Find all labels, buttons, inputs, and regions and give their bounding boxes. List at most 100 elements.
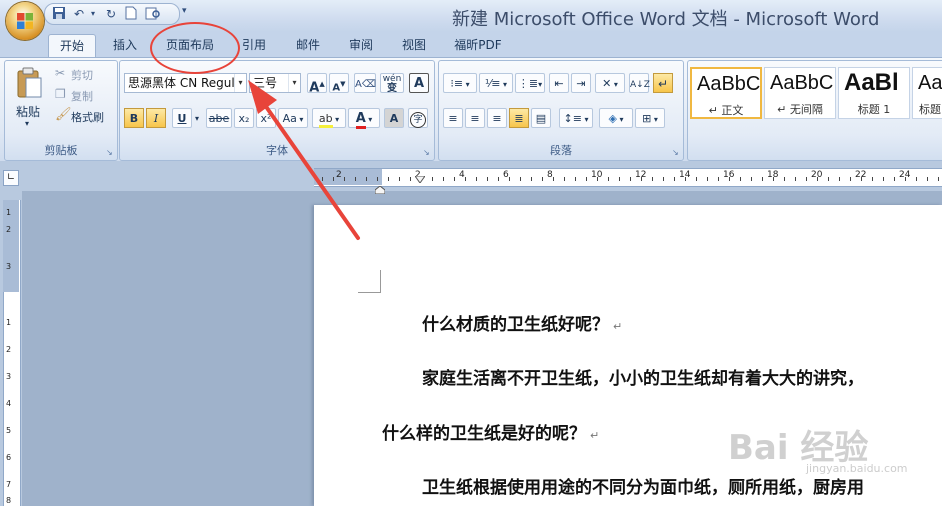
tab-view[interactable]: 视图 [392,34,436,56]
new-document-icon[interactable] [123,6,139,22]
justify-button[interactable]: ≣ [509,108,529,128]
bold-button[interactable]: B [124,108,144,128]
distributed-button[interactable]: ▤ [531,108,551,128]
annotation-arrow [248,80,360,240]
ruler-tick [850,177,851,181]
style-no-spacing[interactable]: AaBbC ↵ 无间隔 [764,67,836,119]
ruler-number: 8 [547,170,553,180]
paint-bucket-icon: ◈ [608,112,617,125]
char-border-button[interactable]: A [409,73,429,93]
multilevel-list-button[interactable]: ⋮≣▾ [515,73,545,93]
tab-selector[interactable]: ∟ [3,170,19,186]
ruler-tick [762,177,763,181]
customize-qat-icon[interactable]: ▾ [182,6,192,18]
decrease-indent-button[interactable]: ⇤ [549,73,569,93]
doc-paragraph[interactable]: 家庭生活离不开卫生纸，小小的卫生纸却有着大大的讲究， [422,364,864,389]
font-launcher-icon[interactable]: ↘ [423,149,431,157]
justify-icon: ≣ [514,112,524,125]
ruler-tick [498,177,499,181]
ruler-tick [806,177,807,181]
numbering-icon: ⅟≡ [484,77,501,90]
vertical-ruler-number: 8 [6,496,12,505]
ruler-tick [795,177,796,181]
shading-button[interactable]: ◈ ▾ [599,108,633,128]
style-normal-name: ↵ 正文 [708,104,744,117]
ruler-tick [872,177,873,181]
phonetic-guide-button[interactable]: wén 变 [380,73,404,94]
strikethrough-button[interactable]: abe [206,108,232,128]
tab-mailings[interactable]: 邮件 [286,34,330,56]
sort-button[interactable]: A↓Z [629,73,650,93]
doc-paragraph[interactable]: 什么样的卫生纸是好的呢？ ↵ [382,419,599,444]
ruler-tick [586,177,587,181]
align-right-button[interactable]: ≡ [487,108,507,128]
char-shading-button[interactable]: A [384,108,404,128]
cut-button[interactable]: ✂ 剪切 [53,65,113,83]
align-left-icon: ≡ [448,112,458,125]
style-normal[interactable]: AaBbC ↵ 正文 [690,67,762,119]
style-title[interactable]: AaB 标题 [912,67,942,119]
align-left-button[interactable]: ≡ [443,108,463,128]
sort-icon: A↓Z [630,80,650,90]
format-painter-icon: 🖌 [55,107,72,122]
clipboard-group-label: 剪贴板 [44,144,78,157]
ruler-tick [476,177,477,181]
ruler-tick [553,177,554,181]
copy-button[interactable]: ❐ 复制 [53,86,113,104]
numbering-button[interactable]: ⅟≡ ▾ [479,73,513,93]
tab-home[interactable]: 开始 [48,34,96,57]
redo-icon[interactable]: ↻ [103,6,119,22]
paragraph-group-label: 段落 [550,144,572,157]
vertical-ruler-number: 5 [6,426,12,435]
annotation-circle [150,22,240,74]
first-line-indent-marker-icon[interactable] [414,168,426,184]
doc-paragraph[interactable]: 什么材质的卫生纸好呢？ ↵ [422,310,622,335]
tab-review[interactable]: 审阅 [339,34,383,56]
ruler-tick [839,177,840,181]
paragraph-mark-icon: ↵ [590,429,600,442]
ruler-tick [432,177,433,181]
print-preview-icon[interactable] [145,6,161,22]
ruler-tick [443,177,444,181]
chinese-layout-button[interactable]: ✕ ▾ [595,73,625,93]
horizontal-ruler[interactable] [314,168,942,187]
margin-corner-mark [358,270,381,293]
clipboard-launcher-icon[interactable]: ↘ [106,149,114,157]
ruler-tick [487,177,488,181]
underline-button[interactable]: U [172,108,192,128]
italic-button[interactable]: I [146,108,166,128]
ruler-tick [674,177,675,181]
tab-insert[interactable]: 插入 [102,34,148,56]
borders-button[interactable]: ⊞ ▾ [635,108,665,128]
ruler-tick [454,177,455,181]
undo-dropdown-icon[interactable]: ▾ [85,6,101,22]
doc-paragraph[interactable]: 卫生纸根据使用用途的不同分为面巾纸，厕所用纸，厨房用 [422,473,864,498]
vertical-ruler-number: 2 [6,345,12,354]
ruler-tick [531,177,532,181]
font-name-combo[interactable]: 思源黑体 CN Regul ▾ [124,73,247,93]
paragraph-launcher-icon[interactable]: ↘ [672,149,680,157]
line-spacing-button[interactable]: ↕≡ ▾ [559,108,593,128]
vertical-ruler-number: 3 [6,372,12,381]
tab-foxit-pdf[interactable]: 福昕PDF [446,34,510,56]
ruler-tick [905,177,906,181]
underline-dropdown-icon[interactable]: ▾ [192,108,202,128]
ruler-tick [597,177,598,181]
align-center-button[interactable]: ≡ [465,108,485,128]
vertical-ruler-number: 6 [6,453,12,462]
save-icon[interactable] [51,6,67,22]
ruler-tick [388,177,389,181]
office-button[interactable] [6,2,44,40]
format-painter-button[interactable]: 🖌 格式刷 [53,107,115,125]
bullets-button[interactable]: ⁝≡ ▾ [443,73,477,93]
paste-icon [17,67,42,98]
enclose-chars-button[interactable]: 字 [408,108,428,128]
copy-label: 复制 [71,90,93,103]
format-painter-label: 格式刷 [71,111,104,124]
increase-indent-button[interactable]: ⇥ [571,73,591,93]
paste-button[interactable]: 粘贴 ▾ [11,65,47,131]
ruler-tick [828,177,829,181]
align-center-icon: ≡ [470,112,480,125]
style-heading-1[interactable]: AaBl 标题 1 [838,67,910,119]
show-marks-button[interactable]: ↵ [653,73,673,93]
